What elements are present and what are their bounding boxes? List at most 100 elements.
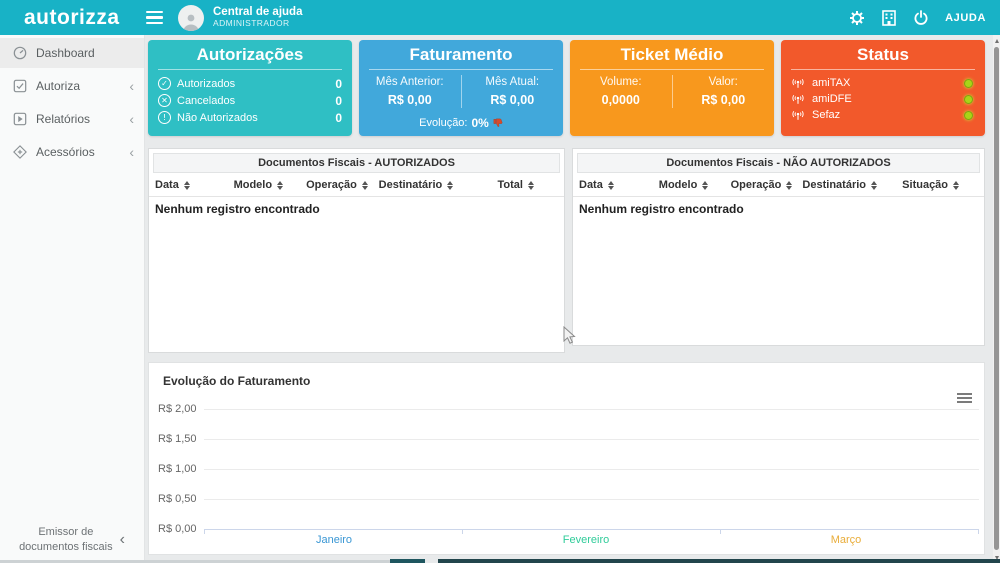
stat-label: Cancelados [177,95,235,107]
status-led [964,95,973,104]
sidebar-footer-line2: documentos fiscais [19,540,113,555]
stat-value: R$ 0,00 [363,93,457,107]
info-circle-icon: ! [158,111,171,124]
sort-icon [528,181,534,190]
column-header-modelo[interactable]: Modelo [234,179,307,191]
sidebar-item-relatorios[interactable]: Relatórios ‹ [0,104,144,134]
stat-label: Não Autorizados [177,112,258,124]
column-header-data[interactable]: Data [155,179,234,191]
sort-icon [786,181,792,190]
sidebar-item-label: Acessórios [36,145,95,159]
dashboard-icon [13,46,27,60]
column-header-modelo[interactable]: Modelo [659,179,731,191]
diamond-plus-icon [13,145,27,159]
ticket-volume: Volume: 0,0000 [570,75,672,108]
stat-value: R$ 0,00 [466,93,560,107]
sort-icon [702,181,708,190]
gear-icon[interactable] [849,10,865,26]
column-header-total[interactable]: Total [498,179,558,191]
sort-icon [953,181,959,190]
topbar-actions: AJUDA [849,10,986,26]
sidebar-footer: Emissor de documentos fiscais ‹ [0,525,144,555]
x-circle-icon: ✕ [158,94,171,107]
sort-icon [277,181,283,190]
column-header-operacao[interactable]: Operação [306,179,379,191]
chart-evolucao-faturamento: Evolução do Faturamento R$ 2,00 R$ 1,50 … [148,362,985,555]
sidebar: Dashboard Autoriza ‹ Relatórios ‹ A [0,35,145,563]
stat-value: 0 [335,111,342,125]
table-header-row: Data Modelo Operação Destinatário [149,173,564,197]
power-icon[interactable] [913,10,929,26]
page-scrollbar[interactable] [993,35,1000,563]
x-axis-label-marco: Março [831,534,862,546]
topbar: autorizza Central de ajuda ADMINISTRADOR [0,0,1000,35]
ticket-valor: Valor: R$ 0,00 [672,75,775,108]
card-faturamento: Faturamento Mês Anterior: R$ 0,00 Mês At… [359,40,563,136]
stat-label: Autorizados [177,78,235,90]
help-center-subtitle: ADMINISTRADOR [213,19,302,29]
stat-value: 0,0000 [574,93,668,107]
stat-value: 0 [335,77,342,91]
chart-title: Evolução do Faturamento [163,374,310,388]
card-autorizacoes: Autorizações ✓ Autorizados 0 ✕ Cancelado… [148,40,352,136]
y-axis-tick: R$ 1,00 [158,463,202,475]
table-title: Documentos Fiscais - AUTORIZADOS [153,153,560,173]
app-window: autorizza Central de ajuda ADMINISTRADOR [0,0,1000,563]
x-axis-tick-mark [462,529,463,534]
scrollbar-thumb[interactable] [994,47,999,550]
tables-row: Documentos Fiscais - AUTORIZADOS Data Mo… [148,148,985,353]
column-header-operacao[interactable]: Operação [731,179,803,191]
sort-icon [184,181,190,190]
y-axis-tick: R$ 2,00 [158,403,202,415]
gridline [204,499,979,500]
x-axis-label-janeiro: Janeiro [316,534,352,546]
sort-icon [447,181,453,190]
gridline [204,469,979,470]
y-axis-tick: R$ 1,50 [158,433,202,445]
card-status: Status amiTAX [781,40,985,136]
chart-menu-icon[interactable] [957,393,972,405]
column-header-data[interactable]: Data [579,179,659,191]
table-authorized: Documentos Fiscais - AUTORIZADOS Data Mo… [148,148,565,353]
column-header-destinatario[interactable]: Destinatário [802,179,902,191]
stat-label: Mês Atual: [466,76,560,88]
chevron-left-icon: ‹ [129,79,134,93]
help-center-button[interactable]: Central de ajuda ADMINISTRADOR [213,6,302,29]
sort-icon [871,181,877,190]
column-header-destinatario[interactable]: Destinatário [379,179,498,191]
sidebar-item-autoriza[interactable]: Autoriza ‹ [0,71,144,101]
menu-icon[interactable] [146,11,163,25]
stat-value: 0 [335,94,342,108]
broadcast-icon [791,109,805,121]
y-axis-tick: R$ 0,50 [158,493,202,505]
x-axis-tick-mark [720,529,721,534]
column-header-situacao[interactable]: Situação [902,179,978,191]
chevron-left-icon: ‹ [129,112,134,126]
empty-table-message: Nenhum registro encontrado [149,197,564,221]
sidebar-item-dashboard[interactable]: Dashboard [0,38,144,68]
help-link[interactable]: AJUDA [945,12,986,24]
evolution-label: Evolução: [419,117,467,129]
scroll-up-icon[interactable] [993,35,1000,46]
main-content: Autorizações ✓ Autorizados 0 ✕ Cancelado… [145,35,993,563]
table-title: Documentos Fiscais - NÃO AUTORIZADOS [577,153,980,173]
sidebar-item-label: Autoriza [36,79,80,93]
stat-row-cancelados: ✕ Cancelados 0 [148,92,352,109]
report-icon [13,112,27,126]
sidebar-item-acessorios[interactable]: Acessórios ‹ [0,137,144,167]
check-circle-icon: ✓ [158,77,171,90]
avatar[interactable] [178,5,204,31]
broadcast-icon [791,93,805,105]
status-led [964,79,973,88]
card-title: Autorizações [148,43,352,69]
broadcast-icon [791,77,805,89]
service-name: amiTAX [812,77,850,89]
evolution-value: 0% [471,116,488,130]
faturamento-mes-anterior: Mês Anterior: R$ 0,00 [359,75,461,108]
company-building-icon[interactable] [881,10,897,26]
checkbox-icon [13,79,27,93]
faturamento-mes-atual: Mês Atual: R$ 0,00 [461,75,564,108]
evolution-row: Evolução: 0% [359,116,563,130]
collapse-sidebar-icon[interactable]: ‹ [120,531,125,549]
bottom-strip-dark [390,559,425,563]
